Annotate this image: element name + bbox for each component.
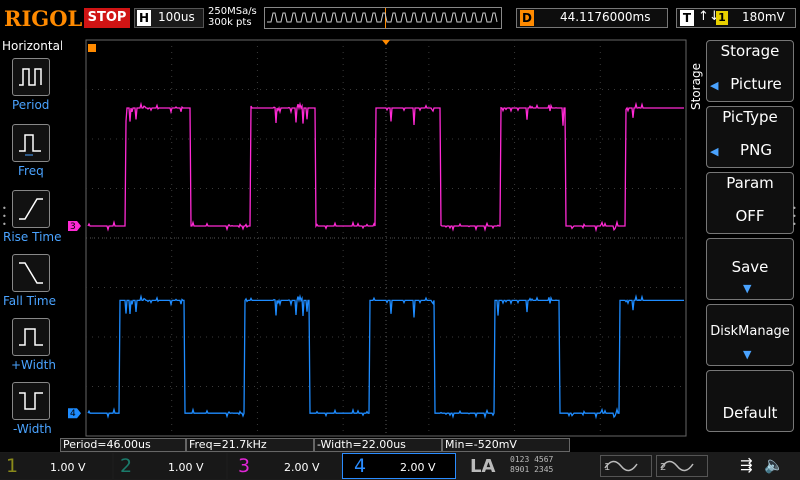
memory-overview-waveform xyxy=(267,8,498,28)
ch1-number: 1 xyxy=(6,455,19,477)
horizontal-label: H xyxy=(137,10,151,26)
trigger-label: T xyxy=(680,10,694,26)
brand-logo: RIGOL xyxy=(4,6,83,31)
ch1-scale: 1.00 V xyxy=(50,461,86,474)
measurement-min: Min=-520mV xyxy=(442,438,570,452)
run-stop-indicator[interactable]: STOP xyxy=(84,8,130,28)
neg-width-label: -Width xyxy=(13,422,52,436)
rise-time-label: Rise Time xyxy=(3,230,62,244)
period-icon xyxy=(19,68,42,86)
memory-overview-strip[interactable] xyxy=(264,7,502,29)
down-arrow-icon: ▼ xyxy=(743,282,752,295)
neg-width-icon xyxy=(19,392,43,410)
gen2-label: 2 xyxy=(660,462,667,473)
delay-label: D xyxy=(520,10,534,26)
fall-time-icon xyxy=(19,262,43,284)
waveform-display[interactable]: 34 xyxy=(62,38,688,438)
ch3-scale: 2.00 V xyxy=(284,461,320,474)
digital-channels-row2: 8901 2345 xyxy=(510,465,554,474)
sample-rate: 250MSa/s xyxy=(208,6,257,17)
freq-button[interactable] xyxy=(12,124,50,162)
gen1-label: 1 xyxy=(604,462,611,473)
measurement-period: Period=46.00us xyxy=(60,438,186,452)
menu-scroll-dots-icon: • • • xyxy=(2,204,7,229)
storage-side-tab: Storage xyxy=(687,52,705,122)
period-label: Period xyxy=(12,98,50,112)
storage-value: Picture xyxy=(730,75,782,93)
down-arrow-icon: ▼ xyxy=(743,348,752,361)
delay-value: 44.1176000ms xyxy=(560,10,651,24)
save-title: Save xyxy=(731,258,769,276)
sample-info: 250MSa/s 300k pts xyxy=(208,6,257,28)
digital-channels-row1: 0123 4567 xyxy=(510,455,554,464)
usb-icon: ⇶ xyxy=(740,456,753,474)
storage-side-label: Storage xyxy=(689,63,703,110)
pictype-title: PicType xyxy=(722,108,778,126)
param-title: Param xyxy=(726,174,774,192)
measure-menu-title: Horizontal xyxy=(2,39,64,53)
period-button[interactable] xyxy=(12,58,50,96)
pos-width-label: +Width xyxy=(11,358,56,372)
ch3-number: 3 xyxy=(238,455,251,477)
digital-channel-status: 0123 4567 8901 2345 xyxy=(510,455,553,475)
measurement-neg-width: -Width=22.00us xyxy=(314,438,442,452)
diskmanage-title: DiskManage xyxy=(710,324,790,339)
la-button[interactable]: LA xyxy=(470,456,495,477)
neg-width-button[interactable] xyxy=(12,382,50,420)
menu-scroll-dots-icon: • • • xyxy=(792,204,797,229)
trigger-source: 1 xyxy=(716,11,728,25)
svg-text:3: 3 xyxy=(70,222,76,232)
default-title: Default xyxy=(722,404,778,422)
storage-title: Storage xyxy=(720,42,780,60)
fall-time-label: Fall Time xyxy=(3,294,57,308)
fall-time-button[interactable] xyxy=(12,254,50,292)
param-value: OFF xyxy=(735,207,765,225)
speaker-icon: 🔈 xyxy=(764,455,784,474)
freq-label: Freq xyxy=(18,164,44,178)
timebase-value: 100us xyxy=(158,10,195,24)
default-button[interactable] xyxy=(706,370,794,432)
ch4-scale: 2.00 V xyxy=(400,461,436,474)
measurement-freq: Freq=21.7kHz xyxy=(186,438,314,452)
pictype-value: PNG xyxy=(740,141,772,159)
trigger-level: 180mV xyxy=(742,10,785,24)
ch2-number: 2 xyxy=(120,455,133,477)
pos-width-button[interactable] xyxy=(12,318,50,356)
rise-time-button[interactable] xyxy=(12,190,50,228)
rise-time-icon xyxy=(19,198,43,220)
ch4-number: 4 xyxy=(354,455,367,477)
svg-text:4: 4 xyxy=(70,409,76,419)
pos-width-icon xyxy=(19,328,43,346)
memory-depth: 300k pts xyxy=(208,17,252,28)
freq-icon xyxy=(19,134,41,156)
ch2-scale: 1.00 V xyxy=(168,461,204,474)
